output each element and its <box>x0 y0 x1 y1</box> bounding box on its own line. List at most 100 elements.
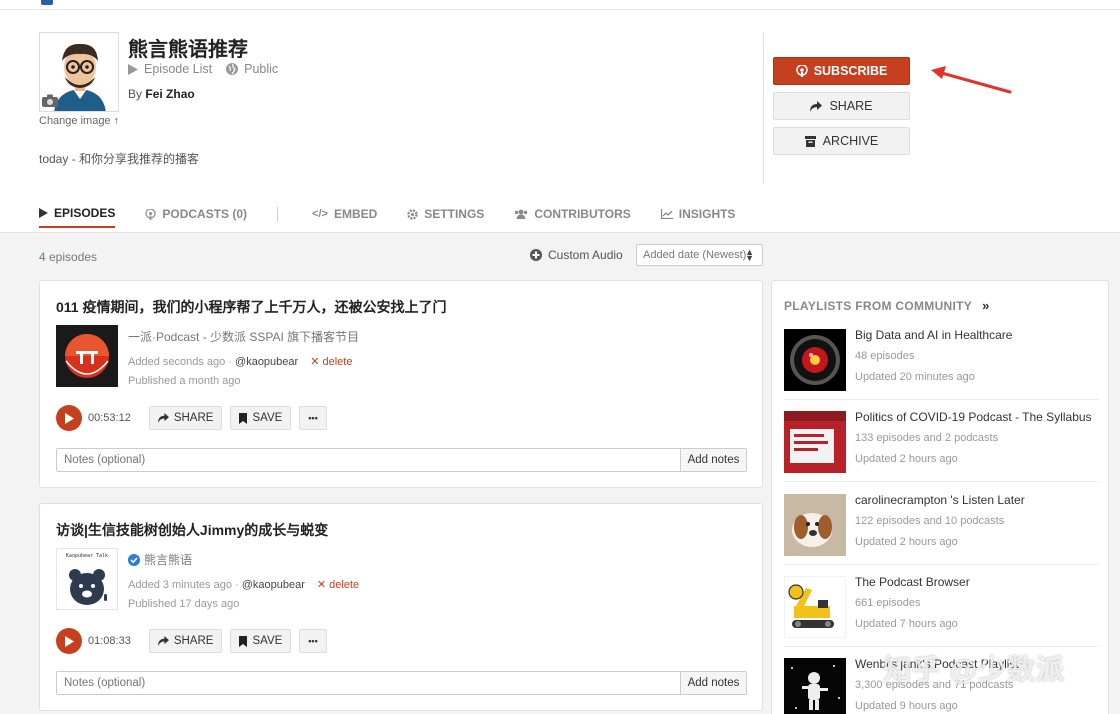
add-notes-button[interactable]: Add notes <box>680 672 746 694</box>
podcast-name-link[interactable]: 熊言熊语 <box>128 551 192 568</box>
byline: By Fei Zhao <box>128 87 195 101</box>
episode-title[interactable]: 访谈|生信技能树创始人Jimmy的成长与蜕变 <box>56 520 328 540</box>
playlist-updated: Updated 20 minutes ago <box>855 371 975 383</box>
episode-duration: 01:08:33 <box>88 635 131 647</box>
line-chart-icon <box>660 209 673 219</box>
more-options-button[interactable]: ••• <box>299 406 327 430</box>
watermark: 知乎 @少数派 <box>883 654 1066 685</box>
delete-link[interactable]: ✕ delete <box>317 579 359 591</box>
notes-input[interactable] <box>57 672 680 694</box>
tab-insights[interactable]: INSIGHTS <box>660 200 735 228</box>
episode-duration: 00:53:12 <box>88 412 131 424</box>
divider <box>784 399 1099 400</box>
top-navbar <box>0 0 1120 10</box>
sort-caret-icon: ▲ ▼ <box>745 247 754 263</box>
episode-count: 4 episodes <box>39 250 98 264</box>
share-icon <box>157 636 169 646</box>
playlist-item[interactable]: carolinecrampton 's Listen Later 122 epi… <box>784 491 1099 569</box>
added-info: Added seconds ago · @kaopubear ✕ delete <box>128 356 353 368</box>
playlist-updated: Updated 2 hours ago <box>855 453 958 465</box>
verified-icon <box>128 553 140 566</box>
site-logo[interactable] <box>41 0 53 5</box>
add-notes-button[interactable]: Add notes <box>680 449 746 471</box>
playlist-count: 661 episodes <box>855 597 921 609</box>
playlist-thumbnail <box>784 576 846 638</box>
episode-share-button[interactable]: SHARE <box>148 629 223 653</box>
share-button[interactable]: SHARE <box>773 92 910 120</box>
chevron-right-icon: » <box>982 298 990 313</box>
plus-circle-icon <box>530 249 542 261</box>
more-options-button[interactable]: ••• <box>299 629 327 653</box>
playlist-thumbnail <box>784 329 846 391</box>
playlist-item[interactable]: Big Data and AI in Healthcare 48 episode… <box>784 326 1099 404</box>
tab-podcasts[interactable]: PODCASTS (0) <box>145 200 247 228</box>
playlist-name: Politics of COVID-19 Podcast - The Sylla… <box>855 410 1092 424</box>
globe-icon <box>226 63 239 75</box>
share-icon <box>810 100 823 112</box>
play-icon <box>39 208 48 218</box>
gear-icon <box>407 208 418 220</box>
podcast-icon <box>145 208 157 220</box>
podcast-name-link[interactable]: 一派·Podcast - 少数派 SSPAI 旗下播客节目 <box>128 328 359 345</box>
archive-button[interactable]: ARCHIVE <box>773 127 910 155</box>
tab-divider <box>277 207 279 221</box>
playlist-meta: Episode List Public <box>128 62 278 76</box>
episode-share-button[interactable]: SHARE <box>148 406 223 430</box>
published-date: Published 17 days ago <box>128 598 240 610</box>
delete-link[interactable]: ✕ delete <box>310 356 352 368</box>
playlist-updated: Updated 2 hours ago <box>855 536 958 548</box>
arrow-up-icon: ↑ <box>113 115 120 127</box>
bookmark-icon <box>239 412 248 424</box>
divider <box>763 32 764 184</box>
playlist-name: The Podcast Browser <box>855 575 970 589</box>
playlist-item[interactable]: The Podcast Browser 661 episodes Updated… <box>784 573 1099 651</box>
added-by-link[interactable]: @kaopubear <box>235 356 298 368</box>
custom-audio-button[interactable]: Custom Audio <box>530 248 623 262</box>
subscribe-button[interactable]: SUBSCRIBE <box>773 57 910 85</box>
notes-input[interactable] <box>57 449 680 471</box>
episode-card: 访谈|生信技能树创始人Jimmy的成长与蜕变 Kaopubear Talk 熊言… <box>39 503 763 711</box>
playlist-updated: Updated 7 hours ago <box>855 618 958 630</box>
player-controls: 01:08:33 SHARE SAVE ••• <box>56 628 335 654</box>
playlist-thumbnail <box>784 658 846 714</box>
podcast-artwork[interactable]: Kaopubear Talk <box>56 548 118 610</box>
users-icon <box>515 209 528 219</box>
playlist-count: 48 episodes <box>855 350 915 362</box>
divider <box>784 481 1099 482</box>
podcast-artwork[interactable] <box>56 325 118 387</box>
playlist-thumbnail <box>784 411 846 473</box>
camera-icon[interactable] <box>42 94 58 107</box>
playlist-count: 133 episodes and 2 podcasts <box>855 432 999 444</box>
tab-embed[interactable]: </> EMBED <box>312 200 377 228</box>
published-date: Published a month ago <box>128 375 241 387</box>
change-image-link[interactable]: Change image ↑ <box>39 115 119 127</box>
tab-episodes[interactable]: EPISODES <box>39 200 116 228</box>
playlist-description: today - 和你分享我推荐的播客 <box>39 152 200 166</box>
episode-card: 011 疫情期间，我们的小程序帮了上千万人，还被公安找上了门 一派·Podcas… <box>39 280 763 488</box>
player-controls: 00:53:12 SHARE SAVE ••• <box>56 405 335 431</box>
tab-settings[interactable]: SETTINGS <box>407 200 484 228</box>
play-button[interactable] <box>56 405 82 431</box>
playlist-updated: Updated 9 hours ago <box>855 700 958 712</box>
divider <box>784 646 1099 647</box>
tab-contributors[interactable]: CONTRIBUTORS <box>514 200 631 228</box>
playlist-thumbnail <box>784 494 846 556</box>
play-button[interactable] <box>56 628 82 654</box>
share-icon <box>157 413 169 423</box>
page-title: 熊言熊语推荐 <box>128 39 248 61</box>
episode-save-button[interactable]: SAVE <box>230 629 292 653</box>
playlist-item[interactable]: Politics of COVID-19 Podcast - The Sylla… <box>784 408 1099 486</box>
author-link[interactable]: Fei Zhao <box>145 87 194 101</box>
podcast-icon <box>795 65 808 77</box>
episode-list-label: Episode List <box>144 62 213 76</box>
sort-select[interactable]: Added date (Newest) ▲ ▼ <box>636 244 763 266</box>
panel-title[interactable]: PLAYLISTS FROM COMMUNITY» <box>784 298 990 313</box>
episode-save-button[interactable]: SAVE <box>230 406 292 430</box>
playlist-name: carolinecrampton 's Listen Later <box>855 493 1025 507</box>
archive-icon <box>804 135 816 147</box>
notes-field: Add notes <box>56 671 747 695</box>
added-by-link[interactable]: @kaopubear <box>242 579 305 591</box>
episode-title[interactable]: 011 疫情期间，我们的小程序帮了上千万人，还被公安找上了门 <box>56 297 446 317</box>
play-icon <box>128 63 138 75</box>
playlist-name: Big Data and AI in Healthcare <box>855 328 1013 342</box>
